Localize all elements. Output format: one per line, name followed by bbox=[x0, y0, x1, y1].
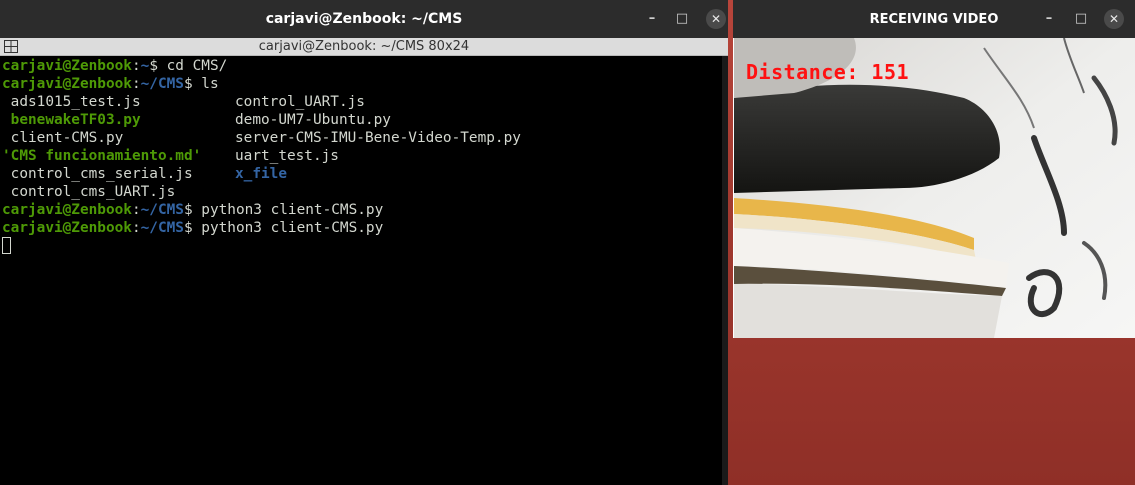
terminal-titlebar[interactable]: carjavi@Zenbook: ~/CMS – □ ✕ bbox=[0, 0, 728, 38]
terminal-tab-bar: carjavi@Zenbook: ~/CMS 80x24 bbox=[0, 38, 728, 56]
terminal-scrollbar[interactable] bbox=[722, 56, 728, 485]
prompt-line: carjavi@Zenbook:~/CMS$ python3 client-CM… bbox=[2, 201, 722, 219]
video-minimize-button[interactable]: – bbox=[1039, 9, 1059, 29]
file-name: control_UART.js bbox=[235, 94, 365, 110]
ls-output-row: 'CMS funcionamiento.md' uart_test.js bbox=[2, 147, 722, 165]
close-button[interactable]: ✕ bbox=[706, 9, 726, 29]
video-frame: Distance: 151 bbox=[734, 38, 1135, 338]
prompt-symbol: $ bbox=[183, 202, 202, 218]
prompt-path: ~ bbox=[140, 58, 150, 74]
prompt-path: ~/CMS bbox=[140, 202, 184, 218]
command-text: cd CMS/ bbox=[166, 58, 228, 74]
prompt-symbol: $ bbox=[183, 220, 202, 236]
ls-output-row: control_cms_serial.js x_file bbox=[2, 165, 722, 183]
prompt-separator: : bbox=[131, 202, 141, 218]
prompt-path: ~/CMS bbox=[140, 76, 184, 92]
file-name: control_cms_serial.js bbox=[2, 166, 193, 182]
prompt-separator: : bbox=[131, 220, 141, 236]
video-titlebar[interactable]: RECEIVING VIDEO – □ ✕ bbox=[733, 0, 1135, 38]
prompt-line: carjavi@Zenbook:~/CMS$ ls bbox=[2, 75, 722, 93]
prompt-user: carjavi@Zenbook bbox=[2, 76, 132, 92]
file-name: uart_test.js bbox=[235, 148, 339, 164]
terminal-window-title: carjavi@Zenbook: ~/CMS bbox=[265, 11, 463, 27]
minimize-button[interactable]: – bbox=[642, 9, 662, 29]
prompt-path: ~/CMS bbox=[140, 220, 184, 236]
text-cursor bbox=[2, 237, 11, 254]
file-name: 'CMS funcionamiento.md' bbox=[2, 148, 202, 164]
ls-output-row: ads1015_test.js control_UART.js bbox=[2, 93, 722, 111]
file-name: x_file bbox=[235, 166, 287, 182]
file-name: server-CMS-IMU-Bene-Video-Temp.py bbox=[235, 130, 521, 146]
prompt-user: carjavi@Zenbook bbox=[2, 202, 132, 218]
prompt-line: carjavi@Zenbook:~/CMS$ python3 client-CM… bbox=[2, 219, 722, 237]
prompt-user: carjavi@Zenbook bbox=[2, 220, 132, 236]
file-name: benewakeTF03.py bbox=[2, 112, 141, 128]
video-window[interactable]: RECEIVING VIDEO – □ ✕ Distance: 151 bbox=[733, 0, 1135, 338]
ls-output-row: client-CMS.py server-CMS-IMU-Bene-Video-T… bbox=[2, 129, 722, 147]
command-text: python3 client-CMS.py bbox=[201, 220, 384, 236]
ls-output-row: control_cms_UART.js bbox=[2, 183, 722, 201]
video-maximize-button[interactable]: □ bbox=[1071, 9, 1091, 29]
distance-overlay: Distance: 151 bbox=[746, 60, 910, 84]
prompt-separator: : bbox=[131, 76, 141, 92]
prompt-symbol: $ bbox=[149, 58, 167, 74]
ls-output-row: benewakeTF03.py demo-UM7-Ubuntu.py bbox=[2, 111, 722, 129]
command-text: python3 client-CMS.py bbox=[201, 202, 384, 218]
file-name: control_cms_UART.js bbox=[2, 184, 176, 200]
file-name: ads1015_test.js bbox=[2, 94, 141, 110]
cursor-line bbox=[2, 237, 722, 255]
terminal-window[interactable]: carjavi@Zenbook: ~/CMS – □ ✕ carjavi@Zen… bbox=[0, 0, 728, 485]
video-close-button[interactable]: ✕ bbox=[1104, 9, 1124, 29]
prompt-line: carjavi@Zenbook:~$ cd CMS/ bbox=[2, 57, 722, 75]
prompt-separator: : bbox=[131, 58, 141, 74]
prompt-user: carjavi@Zenbook bbox=[2, 58, 132, 74]
terminal-output[interactable]: carjavi@Zenbook:~$ cd CMS/carjavi@Zenboo… bbox=[0, 56, 722, 485]
file-name: client-CMS.py bbox=[2, 130, 124, 146]
command-text: ls bbox=[201, 76, 219, 92]
terminal-tab-title: carjavi@Zenbook: ~/CMS 80x24 bbox=[258, 39, 470, 54]
maximize-button[interactable]: □ bbox=[672, 9, 692, 29]
prompt-symbol: $ bbox=[183, 76, 202, 92]
file-name: demo-UM7-Ubuntu.py bbox=[235, 112, 391, 128]
